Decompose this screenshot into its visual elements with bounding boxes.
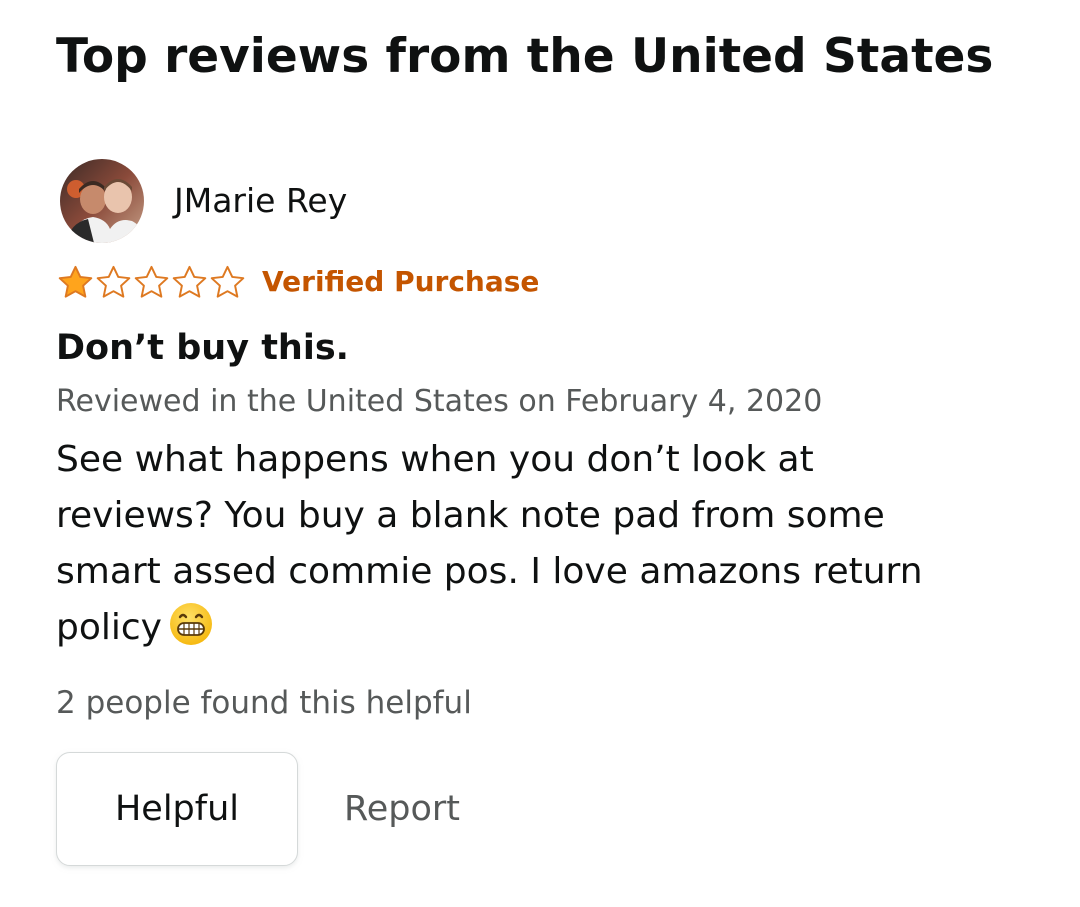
avatar-photo <box>60 159 144 243</box>
rating-row: Verified Purchase <box>56 260 539 304</box>
review-body-line-last: policy <box>56 600 1036 656</box>
review-actions: Helpful Report <box>56 752 460 866</box>
review-body: See what happens when you don’t look at … <box>56 432 1036 656</box>
reviewer-name[interactable]: JMarie Rey <box>174 181 347 221</box>
verified-purchase-badge: Verified Purchase <box>262 265 540 298</box>
star-outline-icon <box>96 265 131 298</box>
star-rating[interactable] <box>56 263 246 302</box>
review-body-line: reviews? You buy a blank note pad from s… <box>56 495 885 536</box>
review-section: Top reviews from the United States JMari… <box>0 0 1080 907</box>
star-outline-icon <box>172 265 207 298</box>
helpful-count: 2 people found this helpful <box>56 685 472 721</box>
star-outline-icon <box>134 265 169 298</box>
helpful-button[interactable]: Helpful <box>56 752 298 866</box>
review-body-line: smart assed commie pos. I love amazons r… <box>56 551 923 592</box>
star-filled-icon <box>58 265 93 298</box>
review-body-line: policy <box>56 607 162 648</box>
review-title: Don’t buy this. <box>56 328 349 368</box>
reviewer-profile[interactable]: JMarie Rey <box>60 158 347 244</box>
star-outline-icon <box>210 265 245 298</box>
review-date: Reviewed in the United States on Februar… <box>56 384 823 419</box>
review-body-line: See what happens when you don’t look at <box>56 439 814 480</box>
section-title: Top reviews from the United States <box>56 29 994 84</box>
grinning-face-emoji-icon <box>169 603 212 645</box>
avatar[interactable] <box>60 159 144 243</box>
report-link[interactable]: Report <box>344 789 460 829</box>
